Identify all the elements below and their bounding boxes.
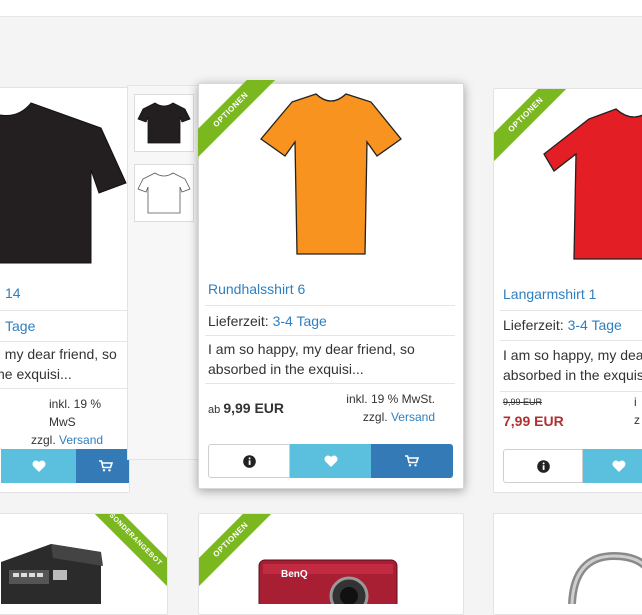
camera-brand-label: BenQ [281, 569, 308, 580]
product-description: I am so happy, my dea absorbed in the ex… [503, 347, 642, 383]
shipping-link[interactable]: Versand [391, 410, 435, 424]
product-card-3[interactable]: OPTIONEN Langarmshirt 1 Lieferzeit: 3-4 … [493, 88, 642, 493]
product-image-red-tshirt[interactable] [494, 89, 642, 269]
thumbnail-black-shirt[interactable] [134, 94, 194, 152]
heart-icon [32, 460, 45, 472]
product-card-2[interactable]: OPTIONEN Rundhalsshirt 6 Lieferzeit: 3-4… [198, 80, 464, 489]
top-bar [0, 0, 642, 17]
product-image-printer[interactable] [0, 514, 167, 604]
product-description: , my dear friend, so he exquisi... [0, 346, 117, 382]
favorite-button[interactable] [290, 444, 371, 478]
product-price: ab 9,99 EUR [208, 400, 285, 416]
info-button[interactable] [503, 449, 583, 483]
info-button[interactable] [208, 444, 290, 478]
info-circle-icon [242, 454, 256, 468]
add-to-cart-button[interactable] [371, 444, 453, 478]
delivery-time: Lieferzeit: 3-4 Tage [503, 317, 622, 333]
delivery-time: Lieferzeit: 3-4 Tage [208, 313, 327, 329]
favorite-button[interactable] [583, 449, 642, 483]
shopping-cart-icon [99, 460, 113, 472]
tax-info: i z [634, 395, 640, 427]
shopping-cart-icon [405, 455, 419, 467]
product-image-headphones[interactable] [494, 514, 642, 604]
product-card-1[interactable]: 14 Tage , my dear friend, so he exquisi.… [0, 87, 130, 493]
tax-info: inkl. 19 % MwSt. zzgl. Versand [346, 392, 435, 424]
product-image-black-tshirt[interactable] [0, 88, 129, 268]
product-title[interactable]: Langarmshirt 1 [503, 286, 596, 302]
product-description: I am so happy, my dear friend, so absorb… [208, 341, 415, 377]
tax-info: inkl. 19 % MwS zzgl. Versand [31, 397, 104, 447]
heart-icon [324, 455, 337, 467]
shipping-link[interactable]: Versand [59, 433, 103, 447]
delivery-time: Tage [5, 318, 36, 334]
black-tshirt-thumb [137, 102, 191, 144]
product-title[interactable]: Rundhalsshirt 6 [208, 281, 305, 297]
add-to-cart-button[interactable] [76, 449, 129, 483]
heart-icon [612, 460, 625, 472]
thumbnail-white-shirt[interactable] [134, 164, 194, 222]
product-title[interactable]: 14 [5, 285, 21, 301]
product-image-camera[interactable] [199, 514, 463, 604]
white-tshirt-thumb [137, 172, 191, 214]
sale-price: 7,99 EUR [503, 413, 564, 429]
variant-thumbnails [127, 85, 200, 460]
info-circle-icon [536, 459, 550, 473]
old-price: 9,99 EUR [503, 397, 543, 407]
product-image-orange-tshirt[interactable] [199, 84, 463, 264]
favorite-button[interactable] [1, 449, 76, 483]
